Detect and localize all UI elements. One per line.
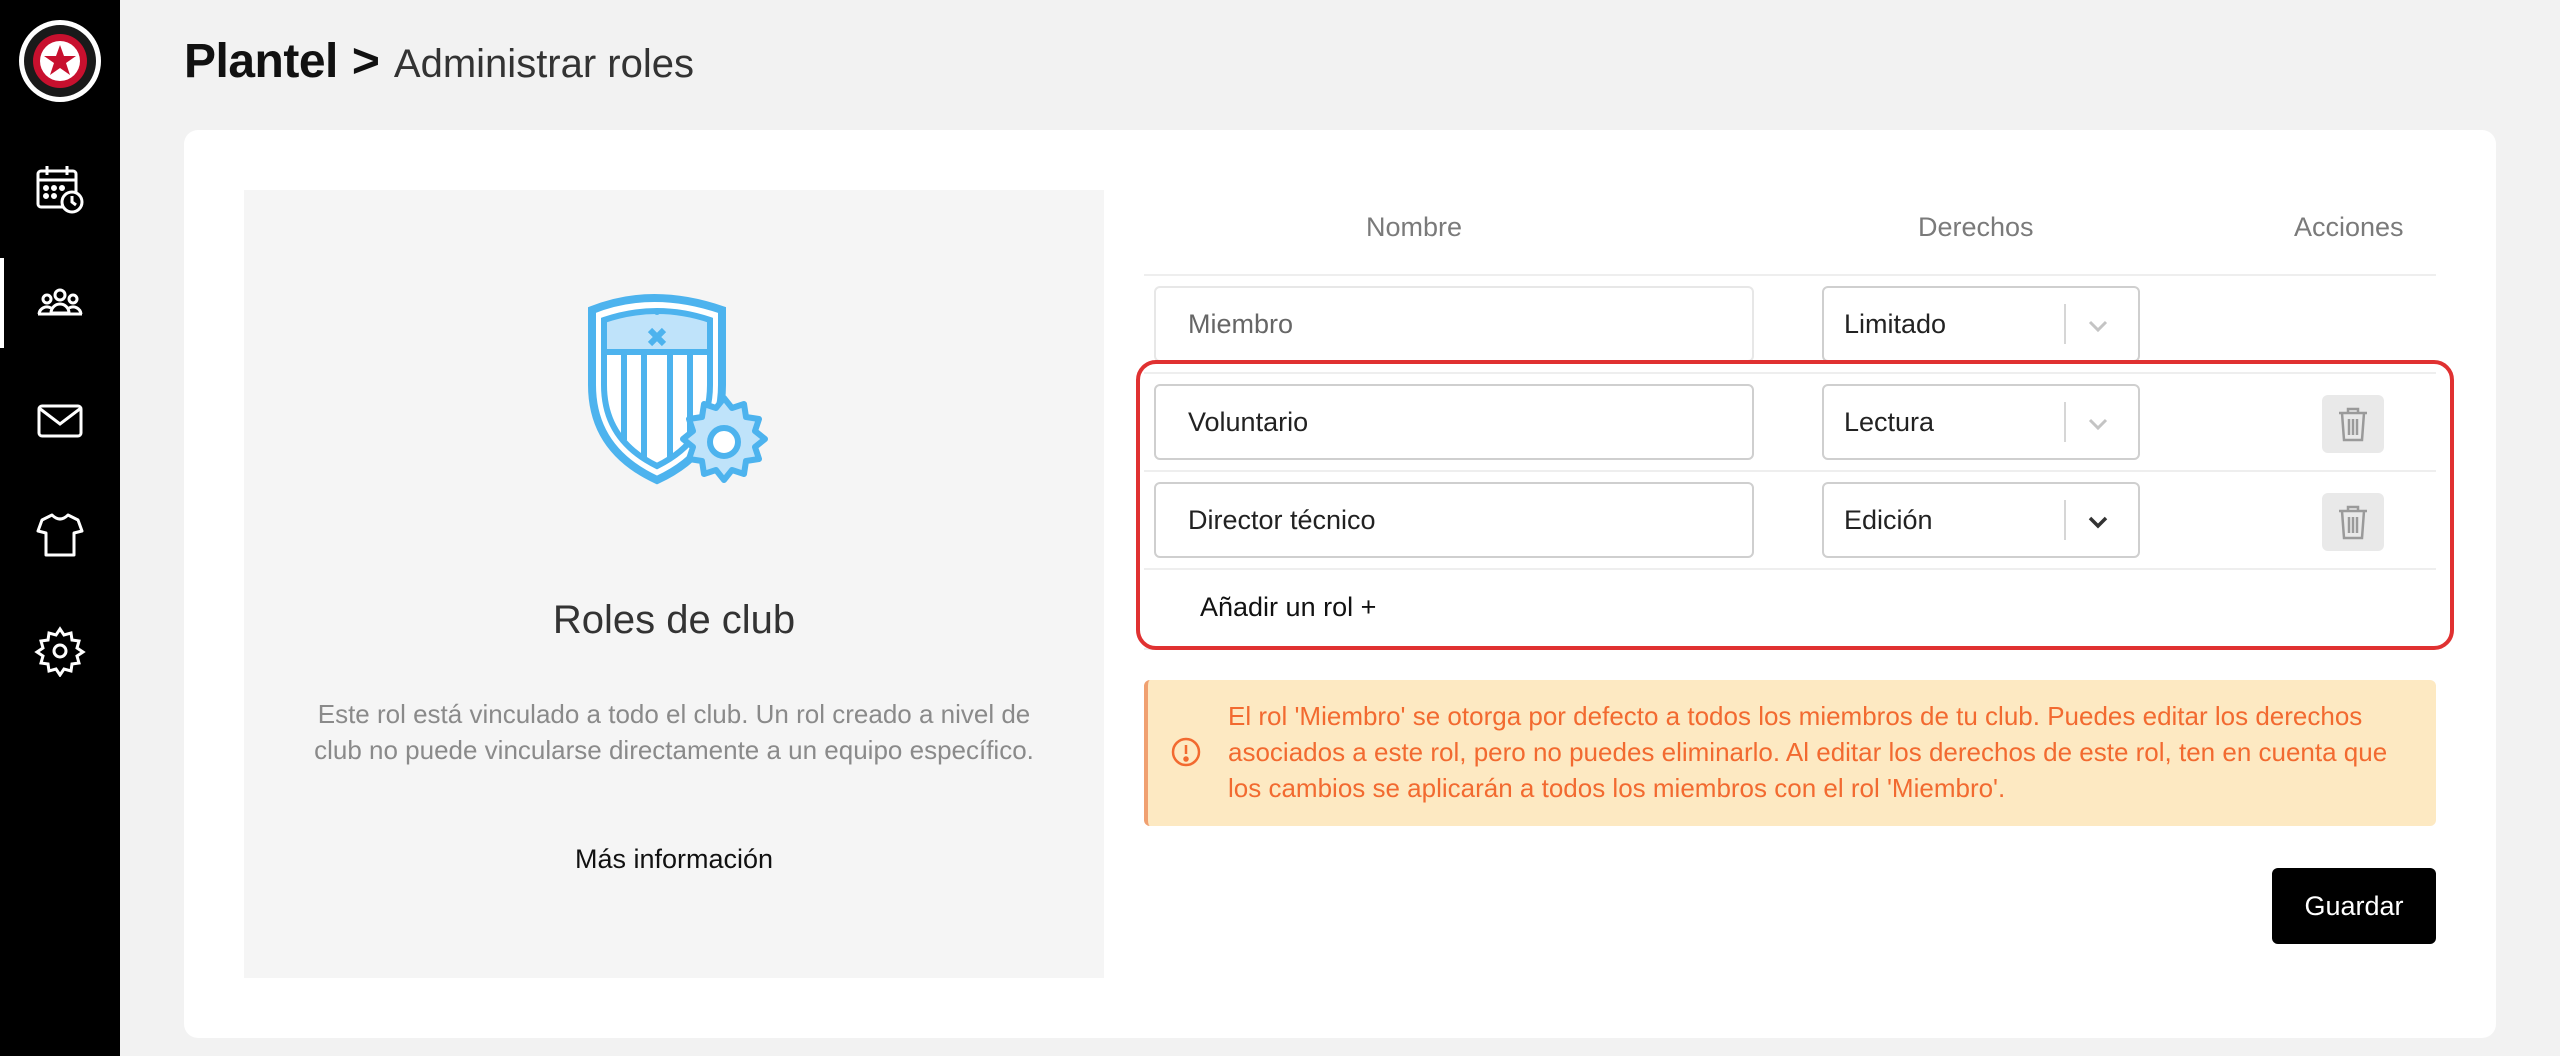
role-name-input: Miembro xyxy=(1154,286,1754,362)
rights-select-value: Limitado xyxy=(1844,309,1947,339)
column-header-rights: Derechos xyxy=(1918,212,2034,242)
alert-circle-icon xyxy=(1171,737,1201,767)
highlight-box xyxy=(1136,360,2454,650)
info-panel: Roles de club Este rol está vinculado a … xyxy=(244,190,1104,978)
calendar-clock-icon xyxy=(36,166,84,214)
breadcrumb-root[interactable]: Plantel xyxy=(184,34,338,89)
jersey-icon xyxy=(36,513,84,557)
gear-icon xyxy=(34,626,86,677)
breadcrumb-separator: > xyxy=(351,35,380,88)
page-title: Administrar roles xyxy=(393,42,694,86)
sidebar-item-team[interactable] xyxy=(0,258,120,348)
select-divider xyxy=(2064,304,2066,344)
alert-message: El rol 'Miembro' se otorga por defecto a… xyxy=(1228,701,2388,803)
save-button[interactable]: Guardar xyxy=(2272,868,2436,944)
team-icon xyxy=(37,288,83,316)
shield-gear-icon xyxy=(588,294,768,485)
sidebar-item-messages[interactable] xyxy=(0,376,120,466)
table-header: Nombre Derechos Acciones xyxy=(1144,190,2436,276)
more-info-link[interactable]: Más información xyxy=(244,844,1104,875)
column-header-actions: Acciones xyxy=(2294,212,2404,242)
info-panel-title: Roles de club xyxy=(552,598,796,642)
column-header-name: Nombre xyxy=(1366,212,1463,242)
info-panel-description: Este rol está vinculado a todo el club. … xyxy=(314,699,1034,765)
sidebar-item-calendar[interactable] xyxy=(0,144,120,234)
chevron-down-icon xyxy=(2088,320,2108,333)
sidebar xyxy=(0,0,120,1056)
mail-icon xyxy=(37,404,83,438)
breadcrumb: Plantel > Administrar roles xyxy=(184,34,694,89)
rights-select[interactable]: Limitado xyxy=(1822,286,2140,362)
info-alert: El rol 'Miembro' se otorga por defecto a… xyxy=(1144,680,2436,826)
club-crest-icon xyxy=(24,25,96,97)
sidebar-item-equipment[interactable] xyxy=(0,490,120,580)
club-logo[interactable] xyxy=(19,20,101,102)
sidebar-item-settings[interactable] xyxy=(0,606,120,696)
